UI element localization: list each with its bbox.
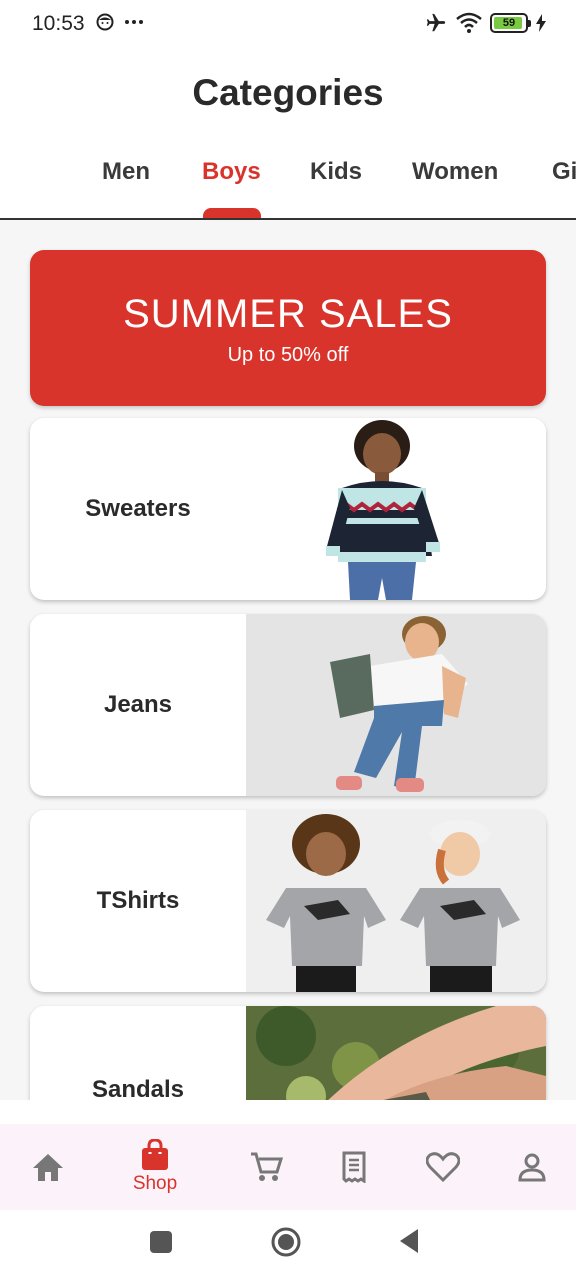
kids-tshirts-photo xyxy=(246,810,546,992)
wifi-icon xyxy=(456,12,482,33)
category-card-sweaters[interactable]: Sweaters xyxy=(30,418,546,600)
battery-indicator: 59 xyxy=(490,13,531,33)
nav-orders[interactable] xyxy=(307,1124,403,1210)
profile-icon xyxy=(518,1153,546,1182)
bottom-navigation: Shop xyxy=(0,1124,576,1210)
home-icon xyxy=(33,1154,63,1181)
category-list[interactable]: SUMMER SALES Up to 50% off Sweaters Jean… xyxy=(0,220,576,1100)
tab-boys[interactable]: Boys xyxy=(202,158,261,186)
back-icon[interactable] xyxy=(398,1228,420,1254)
category-label: Sweaters xyxy=(85,495,191,522)
airplane-mode-icon xyxy=(426,13,446,32)
banner-subtitle: Up to 50% off xyxy=(227,344,349,366)
nav-shop[interactable]: Shop xyxy=(107,1124,203,1210)
heart-icon xyxy=(426,1152,460,1182)
nav-wishlist[interactable] xyxy=(395,1124,491,1210)
category-label: Jeans xyxy=(103,691,173,718)
category-label: TShirts xyxy=(96,887,180,914)
tab-girls[interactable]: Gi xyxy=(552,158,576,186)
recent-apps-icon[interactable] xyxy=(149,1230,173,1254)
face-notification-icon xyxy=(96,13,114,31)
boy-jeans-photo xyxy=(246,614,546,796)
category-label: Sandals xyxy=(91,1076,185,1100)
nav-shop-label: Shop xyxy=(132,1173,178,1194)
charging-icon xyxy=(536,14,546,32)
status-bar: 10:53 59 xyxy=(0,0,576,52)
active-tab-indicator xyxy=(203,208,261,218)
category-card-tshirts[interactable]: TShirts xyxy=(30,810,546,992)
boy-sweater-photo xyxy=(246,418,546,600)
page-title: Categories xyxy=(192,72,384,113)
nav-home[interactable] xyxy=(0,1124,96,1210)
shopping-bag-icon xyxy=(142,1139,168,1170)
tab-men[interactable]: Men xyxy=(102,158,150,186)
tab-kids[interactable]: Kids xyxy=(310,158,362,186)
status-time: 10:53 xyxy=(32,12,85,35)
system-navigation-bar xyxy=(0,1210,576,1280)
more-notifications-icon xyxy=(125,20,143,24)
category-card-jeans[interactable]: Jeans xyxy=(30,614,546,796)
nav-profile[interactable] xyxy=(484,1124,576,1210)
home-button-icon[interactable] xyxy=(270,1226,302,1258)
banner-title: SUMMER SALES xyxy=(123,292,453,336)
sandals-photo xyxy=(246,1006,546,1100)
summer-sales-banner[interactable]: SUMMER SALES Up to 50% off xyxy=(30,250,546,406)
tab-women[interactable]: Women xyxy=(412,158,498,186)
category-card-sandals[interactable]: Sandals xyxy=(30,1006,546,1100)
receipt-icon xyxy=(342,1151,366,1183)
category-tabs: Men Boys Kids Women Gi xyxy=(0,148,576,220)
nav-cart[interactable] xyxy=(218,1124,314,1210)
cart-icon xyxy=(251,1152,283,1181)
